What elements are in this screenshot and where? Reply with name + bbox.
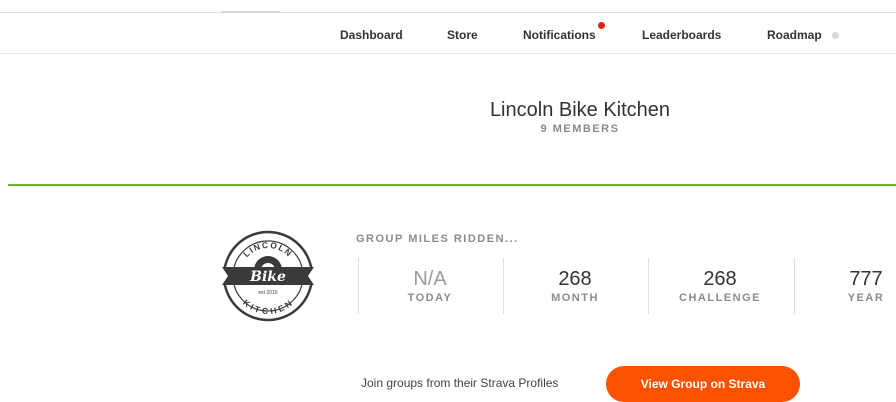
nav-roadmap[interactable]: Roadmap bbox=[767, 28, 822, 42]
logo-center-text: Bike bbox=[249, 269, 286, 285]
stat-year-label: YEAR bbox=[847, 292, 885, 304]
join-groups-text: Join groups from their Strava Profiles bbox=[361, 376, 559, 390]
logo-small-text: est 2010 bbox=[258, 290, 277, 296]
group-member-count: 9 MEMBERS bbox=[540, 123, 620, 135]
view-group-on-strava-button[interactable]: View Group on Strava bbox=[606, 366, 800, 402]
nav-notifications[interactable]: Notifications bbox=[523, 28, 596, 42]
stat-month-label: MONTH bbox=[551, 292, 599, 304]
nav-leaderboards[interactable]: Leaderboards bbox=[642, 28, 721, 42]
nav-store[interactable]: Store bbox=[447, 28, 478, 42]
stat-challenge-label: CHALLENGE bbox=[679, 292, 761, 304]
group-logo: LINCOLN KITCHEN Bike est 2010 bbox=[222, 230, 314, 322]
stat-month-value: 268 bbox=[558, 268, 592, 290]
section-divider bbox=[8, 184, 896, 186]
top-navigation: Dashboard Store Notifications Leaderboar… bbox=[0, 13, 896, 54]
roadmap-status-dot-icon bbox=[832, 32, 839, 39]
stat-today-value: N/A bbox=[413, 268, 447, 290]
stat-challenge-value: 268 bbox=[703, 268, 737, 290]
notification-dot-icon bbox=[598, 22, 605, 29]
group-name: Lincoln Bike Kitchen bbox=[489, 99, 671, 121]
nav-dashboard[interactable]: Dashboard bbox=[340, 28, 403, 42]
stat-year-value: 777 bbox=[849, 268, 883, 290]
stats-title: GROUP MILES RIDDEN... bbox=[356, 233, 519, 245]
stat-today-label: TODAY bbox=[407, 292, 453, 304]
